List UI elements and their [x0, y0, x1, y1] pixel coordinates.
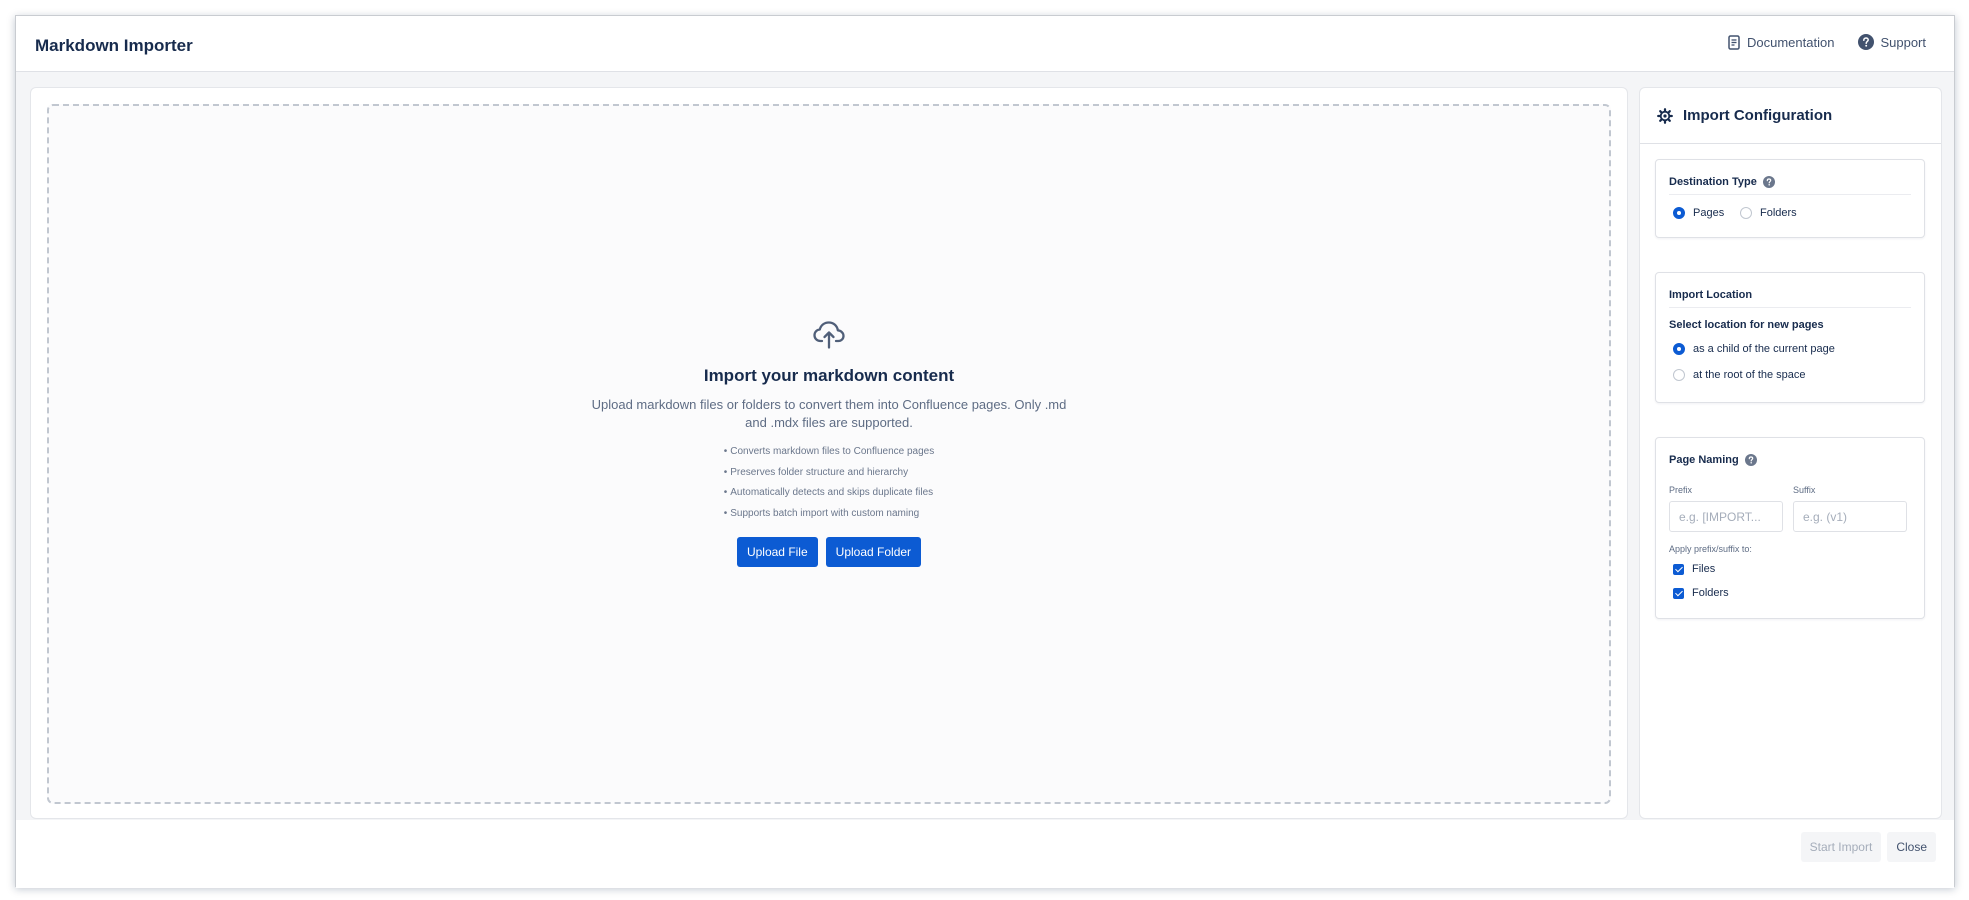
page-naming-card: Page Naming Prefix Suffix Apply prefix/s… [1655, 437, 1925, 619]
import-location-subtitle: Select location for new pages [1669, 319, 1824, 331]
radio-child-page[interactable] [1673, 343, 1685, 355]
cloud-upload-icon [813, 321, 845, 349]
upload-buttons: Upload File Upload Folder [736, 537, 922, 567]
footer-buttons: Start Import Close [1800, 832, 1936, 862]
help-icon[interactable] [1744, 454, 1757, 466]
upload-file-button[interactable]: Upload File [736, 537, 818, 567]
destination-option-pages[interactable]: Pages [1673, 207, 1724, 219]
apply-label: Apply prefix/suffix to: [1669, 544, 1752, 554]
start-import-button[interactable]: Start Import [1800, 832, 1882, 862]
dropzone-description: Upload markdown files or folders to conv… [591, 397, 1067, 430]
question-circle-icon [1858, 34, 1875, 50]
import-location-title: Import Location [1669, 289, 1753, 301]
location-option-child[interactable]: as a child of the current page [1673, 343, 1835, 355]
dropzone-content: Import your markdown content Upload mark… [49, 316, 1609, 567]
documentation-link-label: Documentation [1747, 34, 1835, 50]
destination-option-folders[interactable]: Folders [1740, 207, 1797, 219]
location-option-root[interactable]: at the root of the space [1673, 369, 1806, 381]
apply-folders-option[interactable]: Folders [1673, 587, 1729, 599]
suffix-label: Suffix [1793, 485, 1816, 495]
prefix-label: Prefix [1669, 485, 1693, 495]
destination-type-title: Destination Type [1669, 176, 1775, 188]
config-panel: Import Configuration Destination Type Pa… [1639, 87, 1942, 819]
card-divider [1669, 194, 1911, 195]
feature-item: • Automatically detects and skips duplica… [723, 487, 934, 498]
feature-item: • Converts markdown files to Confluence p… [723, 446, 935, 457]
modal-footer: Start Import Close [16, 820, 1954, 888]
page-naming-title: Page Naming [1669, 454, 1757, 466]
modal-header: Markdown Importer Documentation Support [16, 16, 1954, 72]
file-dropzone[interactable]: Import your markdown content Upload mark… [47, 104, 1611, 804]
config-title: Import Configuration [1683, 107, 1833, 124]
files-checkbox[interactable] [1673, 563, 1684, 575]
upload-folder-button[interactable]: Upload Folder [825, 537, 922, 567]
support-link[interactable]: Support [1858, 34, 1926, 50]
close-button[interactable]: Close [1887, 832, 1936, 862]
radio-root-space[interactable] [1673, 369, 1685, 381]
import-location-card: Import Location Select location for new … [1655, 272, 1925, 403]
importer-modal: Markdown Importer Documentation Support [15, 15, 1955, 888]
modal-body: Import your markdown content Upload mark… [16, 72, 1954, 820]
radio-pages[interactable] [1673, 207, 1685, 219]
destination-type-card: Destination Type Pages Folders [1655, 159, 1925, 238]
card-divider [1669, 307, 1911, 308]
gear-icon [1657, 107, 1673, 124]
dropzone-title: Import your markdown content [703, 366, 955, 385]
feature-item: • Preserves folder structure and hierarch… [723, 466, 909, 478]
upload-panel: Import your markdown content Upload mark… [30, 87, 1628, 819]
support-link-label: Support [1880, 34, 1926, 50]
header-links: Documentation Support [1727, 34, 1926, 50]
documentation-link[interactable]: Documentation [1727, 35, 1834, 50]
help-icon[interactable] [1762, 176, 1775, 188]
suffix-input[interactable] [1793, 501, 1907, 532]
document-icon [1728, 34, 1740, 50]
radio-folders[interactable] [1740, 207, 1752, 219]
app-title: Markdown Importer [35, 36, 193, 55]
prefix-input[interactable] [1669, 501, 1783, 532]
config-header: Import Configuration [1640, 88, 1941, 144]
feature-item: • Supports batch import with custom namin… [723, 507, 920, 519]
apply-files-option[interactable]: Files [1673, 563, 1715, 575]
feature-list: • Converts markdown files to Confluence p… [724, 446, 935, 528]
folders-checkbox[interactable] [1673, 587, 1684, 599]
